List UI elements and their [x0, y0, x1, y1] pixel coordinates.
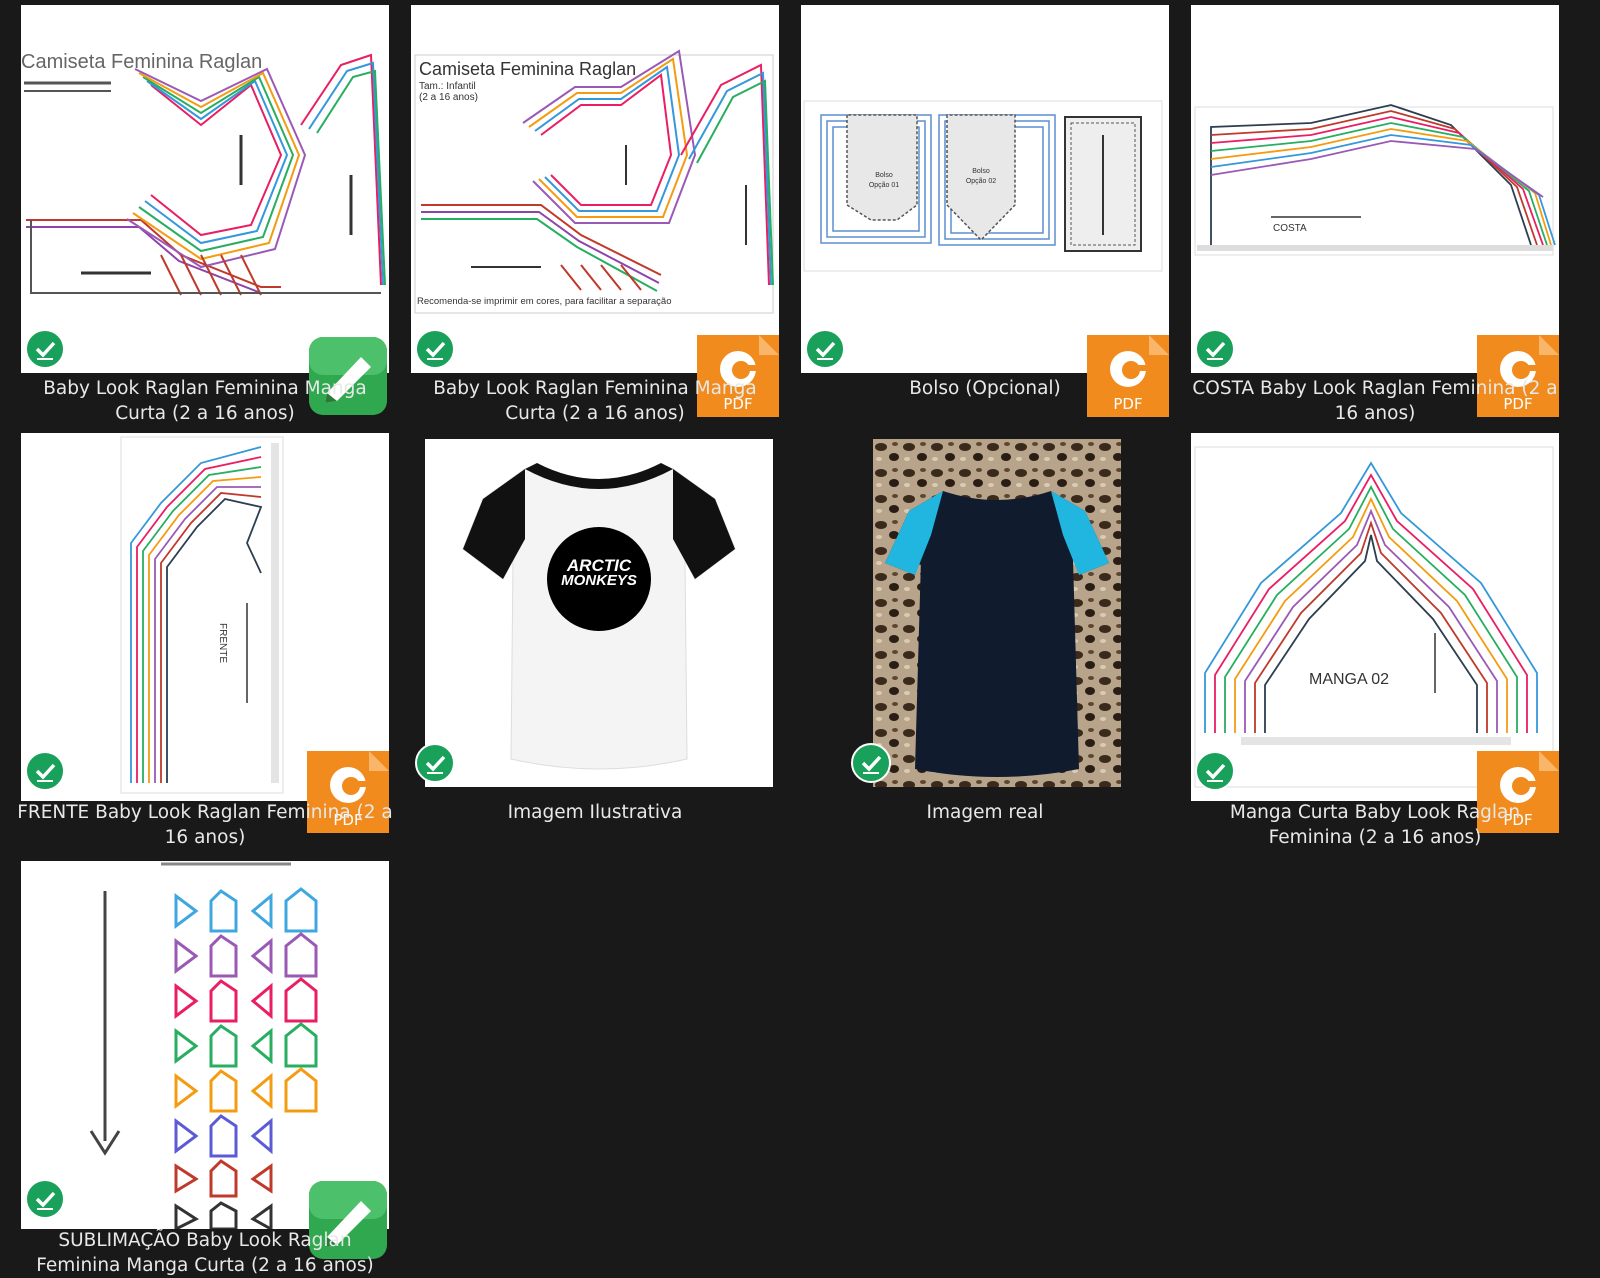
file-item[interactable]: ARCTIC MONKEYS Imagem Ilustrativa: [411, 433, 779, 845]
sync-check-icon: [1195, 751, 1235, 791]
thumb-subtitle: (2 a 16 anos): [419, 92, 478, 103]
svg-text:Opção 01: Opção 01: [869, 182, 899, 189]
sync-check-icon: [25, 1179, 65, 1219]
thumbnail: Bolso Opção 01 Bolso Opção 02: [801, 5, 1169, 373]
sync-check-icon: [851, 743, 891, 783]
file-item[interactable]: Camiseta Feminina Raglan Baby Look Ragla…: [21, 5, 389, 424]
svg-text:Bolso: Bolso: [875, 172, 893, 179]
thumbnail: MANGA 02: [1191, 433, 1559, 801]
file-item[interactable]: COSTA PDF COSTA Baby Look Raglan Feminin…: [1191, 5, 1559, 424]
thumb-title: Camiseta Feminina Raglan: [419, 59, 637, 79]
thumb-label: COSTA: [1273, 223, 1307, 234]
thumb-subtitle: Tam.: Infantil: [419, 81, 476, 92]
file-item[interactable]: FRENTE PDF FRENTE Baby Look Raglan Femin…: [17, 433, 393, 848]
file-name[interactable]: Imagem real: [795, 801, 1175, 826]
thumbnail: Camiseta Feminina Raglan: [21, 5, 389, 373]
sync-check-icon: [25, 751, 65, 791]
svg-text:Bolso: Bolso: [972, 168, 990, 175]
file-item[interactable]: SUBLIMAÇÃO Baby Look Raglan Feminina Man…: [21, 861, 389, 1276]
file-name[interactable]: Baby Look Raglan Feminina Manga Curta (2…: [15, 377, 395, 426]
sync-check-icon: [415, 743, 455, 783]
thumb-label: MANGA 02: [1309, 671, 1390, 688]
pdf-icon: PDF: [1087, 335, 1169, 417]
file-name[interactable]: Bolso (Opcional): [795, 377, 1175, 402]
thumb-title: Camiseta Feminina Raglan: [21, 51, 263, 73]
file-name[interactable]: COSTA Baby Look Raglan Feminina (2 a 16 …: [1185, 377, 1565, 426]
file-item[interactable]: Camiseta Feminina Raglan Tam.: Infantil …: [411, 5, 779, 424]
thumbnail: Camiseta Feminina Raglan Tam.: Infantil …: [411, 5, 779, 373]
file-item[interactable]: Bolso Opção 01 Bolso Opção 02 PDF Bolso …: [801, 5, 1169, 417]
thumbnail: [21, 861, 389, 1229]
shirt-print-line: MONKEYS: [561, 572, 637, 589]
thumbnail: [873, 439, 1121, 787]
sync-check-icon: [1195, 329, 1235, 369]
file-name[interactable]: FRENTE Baby Look Raglan Feminina (2 a 16…: [15, 801, 395, 850]
sync-check-icon: [415, 329, 455, 369]
file-item[interactable]: Imagem real: [801, 433, 1169, 845]
thumbnail: COSTA: [1191, 5, 1559, 373]
thumb-footer: Recomenda-se imprimir em cores, para fac…: [417, 296, 672, 307]
file-item[interactable]: MANGA 02 PDF Manga Curta Baby Look Ragla…: [1191, 433, 1559, 848]
file-name[interactable]: Manga Curta Baby Look Raglan Feminina (2…: [1185, 801, 1565, 850]
sync-check-icon: [805, 329, 845, 369]
thumbnail: FRENTE: [21, 433, 389, 801]
thumb-label: FRENTE: [217, 623, 228, 663]
file-name[interactable]: Imagem Ilustrativa: [405, 801, 785, 826]
svg-text:Opção 02: Opção 02: [966, 178, 996, 185]
file-name[interactable]: SUBLIMAÇÃO Baby Look Raglan Feminina Man…: [15, 1229, 395, 1278]
thumbnail: ARCTIC MONKEYS: [425, 439, 773, 787]
file-name[interactable]: Baby Look Raglan Feminina Manga Curta (2…: [405, 377, 785, 426]
sync-check-icon: [25, 329, 65, 369]
